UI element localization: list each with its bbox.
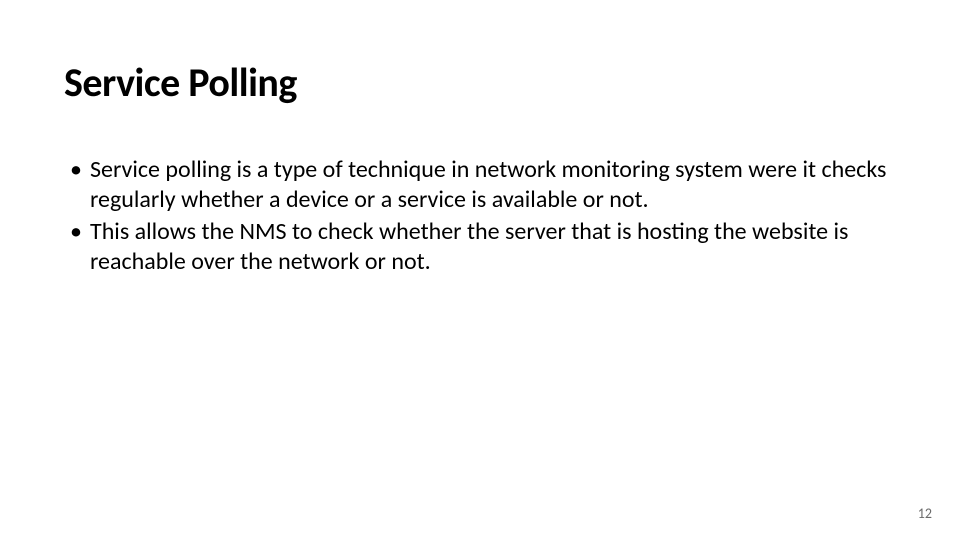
bullet-list: Service polling is a type of technique i… <box>64 155 896 277</box>
slide-container: Service Polling Service polling is a typ… <box>0 0 960 540</box>
bullet-item: Service polling is a type of technique i… <box>64 155 896 215</box>
slide-title: Service Polling <box>64 58 896 107</box>
bullet-item: This allows the NMS to check whether the… <box>64 217 896 277</box>
page-number: 12 <box>918 505 932 522</box>
